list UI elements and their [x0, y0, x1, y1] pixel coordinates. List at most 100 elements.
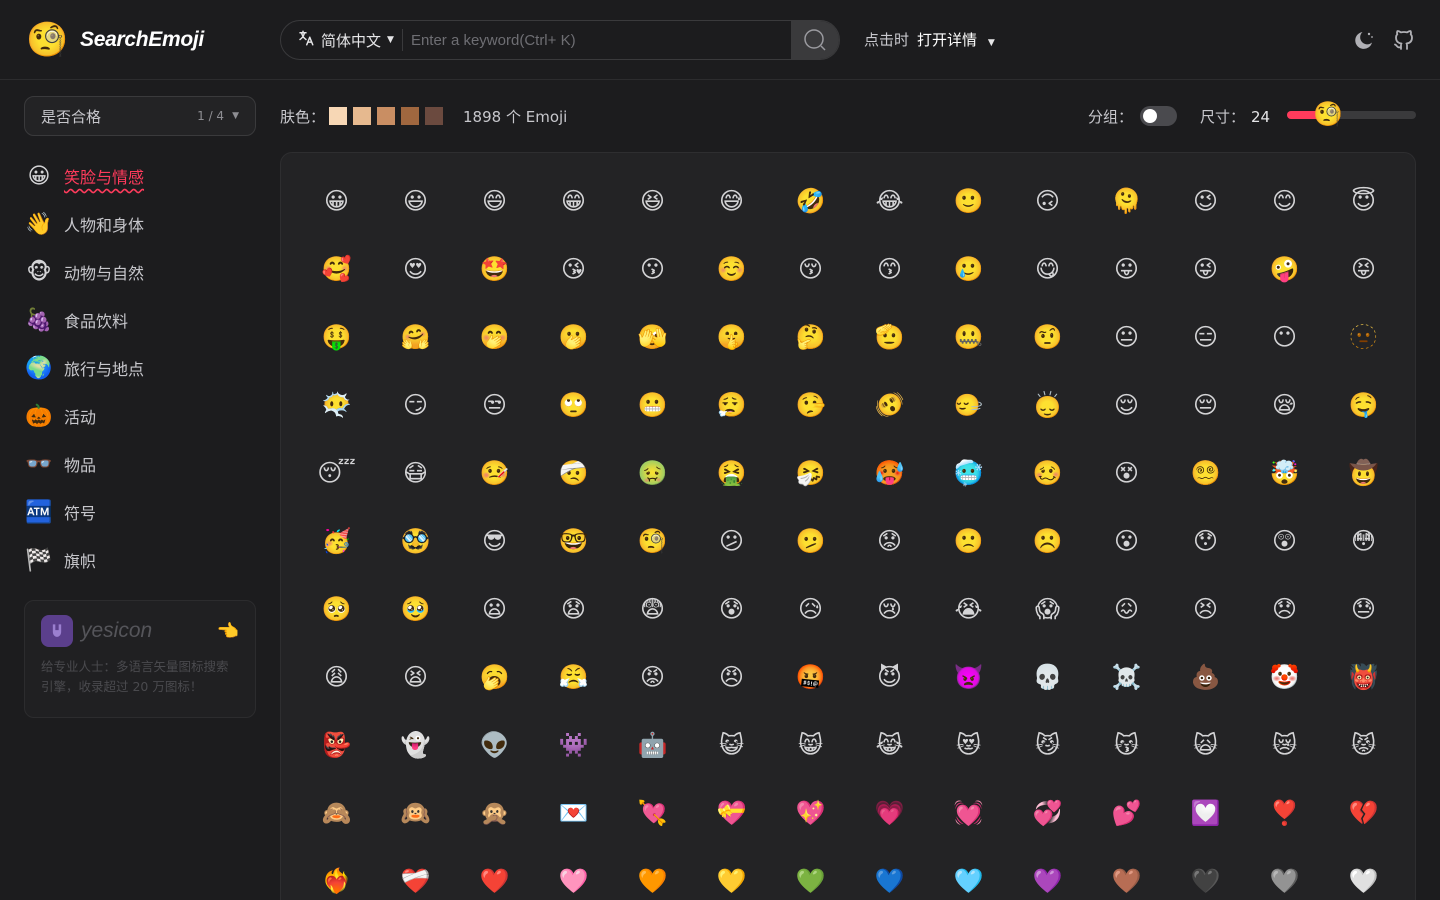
emoji-cell[interactable]: 💗: [850, 779, 929, 847]
slider-thumb[interactable]: 🧐: [1313, 100, 1343, 128]
emoji-cell[interactable]: 🤫: [692, 303, 771, 371]
sidebar-item-2[interactable]: 🐵 动物与自然: [24, 248, 256, 296]
emoji-cell[interactable]: 🤕: [534, 439, 613, 507]
emoji-cell[interactable]: 😭: [929, 575, 1008, 643]
skin-tone-swatch[interactable]: [401, 107, 420, 125]
emoji-cell[interactable]: 😣: [1166, 575, 1245, 643]
emoji-cell[interactable]: 🤑: [297, 303, 376, 371]
emoji-cell[interactable]: 😃: [376, 167, 455, 235]
emoji-cell[interactable]: 🤖: [613, 711, 692, 779]
emoji-cell[interactable]: 💟: [1166, 779, 1245, 847]
emoji-cell[interactable]: ❣️: [1245, 779, 1324, 847]
emoji-cell[interactable]: 🥲: [929, 235, 1008, 303]
emoji-cell[interactable]: 👿: [929, 643, 1008, 711]
emoji-cell[interactable]: 😺: [692, 711, 771, 779]
sidebar-item-8[interactable]: 🏁 旗帜: [24, 536, 256, 584]
emoji-cell[interactable]: 😨: [613, 575, 692, 643]
emoji-cell[interactable]: 🤣: [771, 167, 850, 235]
emoji-cell[interactable]: 🤓: [534, 507, 613, 575]
search-input[interactable]: [402, 21, 791, 59]
emoji-cell[interactable]: 😡: [613, 643, 692, 711]
sidebar-item-4[interactable]: 🌍 旅行与地点: [24, 344, 256, 392]
emoji-cell[interactable]: ☺️: [692, 235, 771, 303]
emoji-cell[interactable]: 😳: [1324, 507, 1403, 575]
emoji-cell[interactable]: 🥹: [376, 575, 455, 643]
emoji-cell[interactable]: 😴: [297, 439, 376, 507]
emoji-cell[interactable]: 👽: [455, 711, 534, 779]
moon-icon[interactable]: [1352, 28, 1376, 52]
emoji-cell[interactable]: 😖: [1087, 575, 1166, 643]
emoji-cell[interactable]: 😫: [376, 643, 455, 711]
emoji-cell[interactable]: 🙊: [455, 779, 534, 847]
emoji-cell[interactable]: 🫨: [850, 371, 929, 439]
emoji-cell[interactable]: 🙄: [534, 371, 613, 439]
emoji-cell[interactable]: 😁: [534, 167, 613, 235]
group-toggle[interactable]: [1140, 106, 1177, 126]
emoji-cell[interactable]: 🙉: [376, 779, 455, 847]
emoji-cell[interactable]: 🥶: [929, 439, 1008, 507]
emoji-cell[interactable]: 🥳: [297, 507, 376, 575]
emoji-cell[interactable]: 😗: [613, 235, 692, 303]
emoji-cell[interactable]: 😥: [771, 575, 850, 643]
emoji-cell[interactable]: 😪: [1245, 371, 1324, 439]
emoji-cell[interactable]: 😱: [1008, 575, 1087, 643]
emoji-cell[interactable]: 😜: [1166, 235, 1245, 303]
emoji-cell[interactable]: 💓: [929, 779, 1008, 847]
emoji-cell[interactable]: 🫣: [613, 303, 692, 371]
emoji-cell[interactable]: 🤠: [1324, 439, 1403, 507]
emoji-cell[interactable]: 🙂: [929, 167, 1008, 235]
logo[interactable]: 🧐 SearchEmoji: [26, 20, 204, 60]
emoji-cell[interactable]: 😘: [534, 235, 613, 303]
emoji-cell[interactable]: 😬: [613, 371, 692, 439]
emoji-cell[interactable]: 💩: [1166, 643, 1245, 711]
emoji-cell[interactable]: ☹️: [1008, 507, 1087, 575]
emoji-cell[interactable]: 😵: [1087, 439, 1166, 507]
emoji-cell[interactable]: 😹: [850, 711, 929, 779]
emoji-cell[interactable]: 🩵: [929, 847, 1008, 900]
emoji-cell[interactable]: 🙀: [1166, 711, 1245, 779]
emoji-cell[interactable]: 🤮: [692, 439, 771, 507]
sidebar-item-6[interactable]: 👓 物品: [24, 440, 256, 488]
emoji-cell[interactable]: 😼: [1008, 711, 1087, 779]
emoji-cell[interactable]: 💛: [692, 847, 771, 900]
emoji-cell[interactable]: 🤍: [1324, 847, 1403, 900]
emoji-cell[interactable]: 😞: [1245, 575, 1324, 643]
emoji-cell[interactable]: 😯: [1166, 507, 1245, 575]
emoji-cell[interactable]: 😍: [376, 235, 455, 303]
emoji-cell[interactable]: 🤧: [771, 439, 850, 507]
emoji-cell[interactable]: 😮‍💨: [692, 371, 771, 439]
language-select[interactable]: 简体中文 ▼: [281, 21, 402, 59]
emoji-cell[interactable]: 🤬: [771, 643, 850, 711]
github-icon[interactable]: [1392, 28, 1416, 52]
sidebar-item-3[interactable]: 🍇 食品饮料: [24, 296, 256, 344]
emoji-cell[interactable]: 😶‍🌫️: [297, 371, 376, 439]
emoji-cell[interactable]: 💘: [613, 779, 692, 847]
search-button[interactable]: [791, 21, 839, 59]
emoji-cell[interactable]: 💀: [1008, 643, 1087, 711]
emoji-cell[interactable]: 😠: [692, 643, 771, 711]
skin-tone-swatch[interactable]: [425, 107, 444, 125]
emoji-cell[interactable]: 🤔: [771, 303, 850, 371]
size-slider[interactable]: 🧐: [1287, 100, 1416, 128]
emoji-cell[interactable]: 💞: [1008, 779, 1087, 847]
yesicon-ad-card[interactable]: yesicon 👈 给专业人士：多语言矢量图标搜索引擎，收录超过 20 万图标！: [24, 600, 256, 718]
emoji-cell[interactable]: 🤤: [1324, 371, 1403, 439]
emoji-cell[interactable]: 😈: [850, 643, 929, 711]
emoji-cell[interactable]: 💔: [1324, 779, 1403, 847]
emoji-cell[interactable]: 💌: [534, 779, 613, 847]
skin-tone-swatch[interactable]: [353, 107, 372, 125]
emoji-cell[interactable]: 😸: [771, 711, 850, 779]
emoji-cell[interactable]: 🤐: [929, 303, 1008, 371]
emoji-cell[interactable]: 🤒: [455, 439, 534, 507]
emoji-cell[interactable]: 😿: [1245, 711, 1324, 779]
emoji-cell[interactable]: 😅: [692, 167, 771, 235]
emoji-cell[interactable]: 😆: [613, 167, 692, 235]
emoji-cell[interactable]: 🙁: [929, 507, 1008, 575]
emoji-cell[interactable]: 💖: [771, 779, 850, 847]
emoji-cell[interactable]: 😇: [1324, 167, 1403, 235]
emoji-cell[interactable]: 💕: [1087, 779, 1166, 847]
sidebar-item-7[interactable]: 🏧 符号: [24, 488, 256, 536]
emoji-cell[interactable]: 😊: [1245, 167, 1324, 235]
emoji-cell[interactable]: 😀: [297, 167, 376, 235]
emoji-cell[interactable]: 💜: [1008, 847, 1087, 900]
